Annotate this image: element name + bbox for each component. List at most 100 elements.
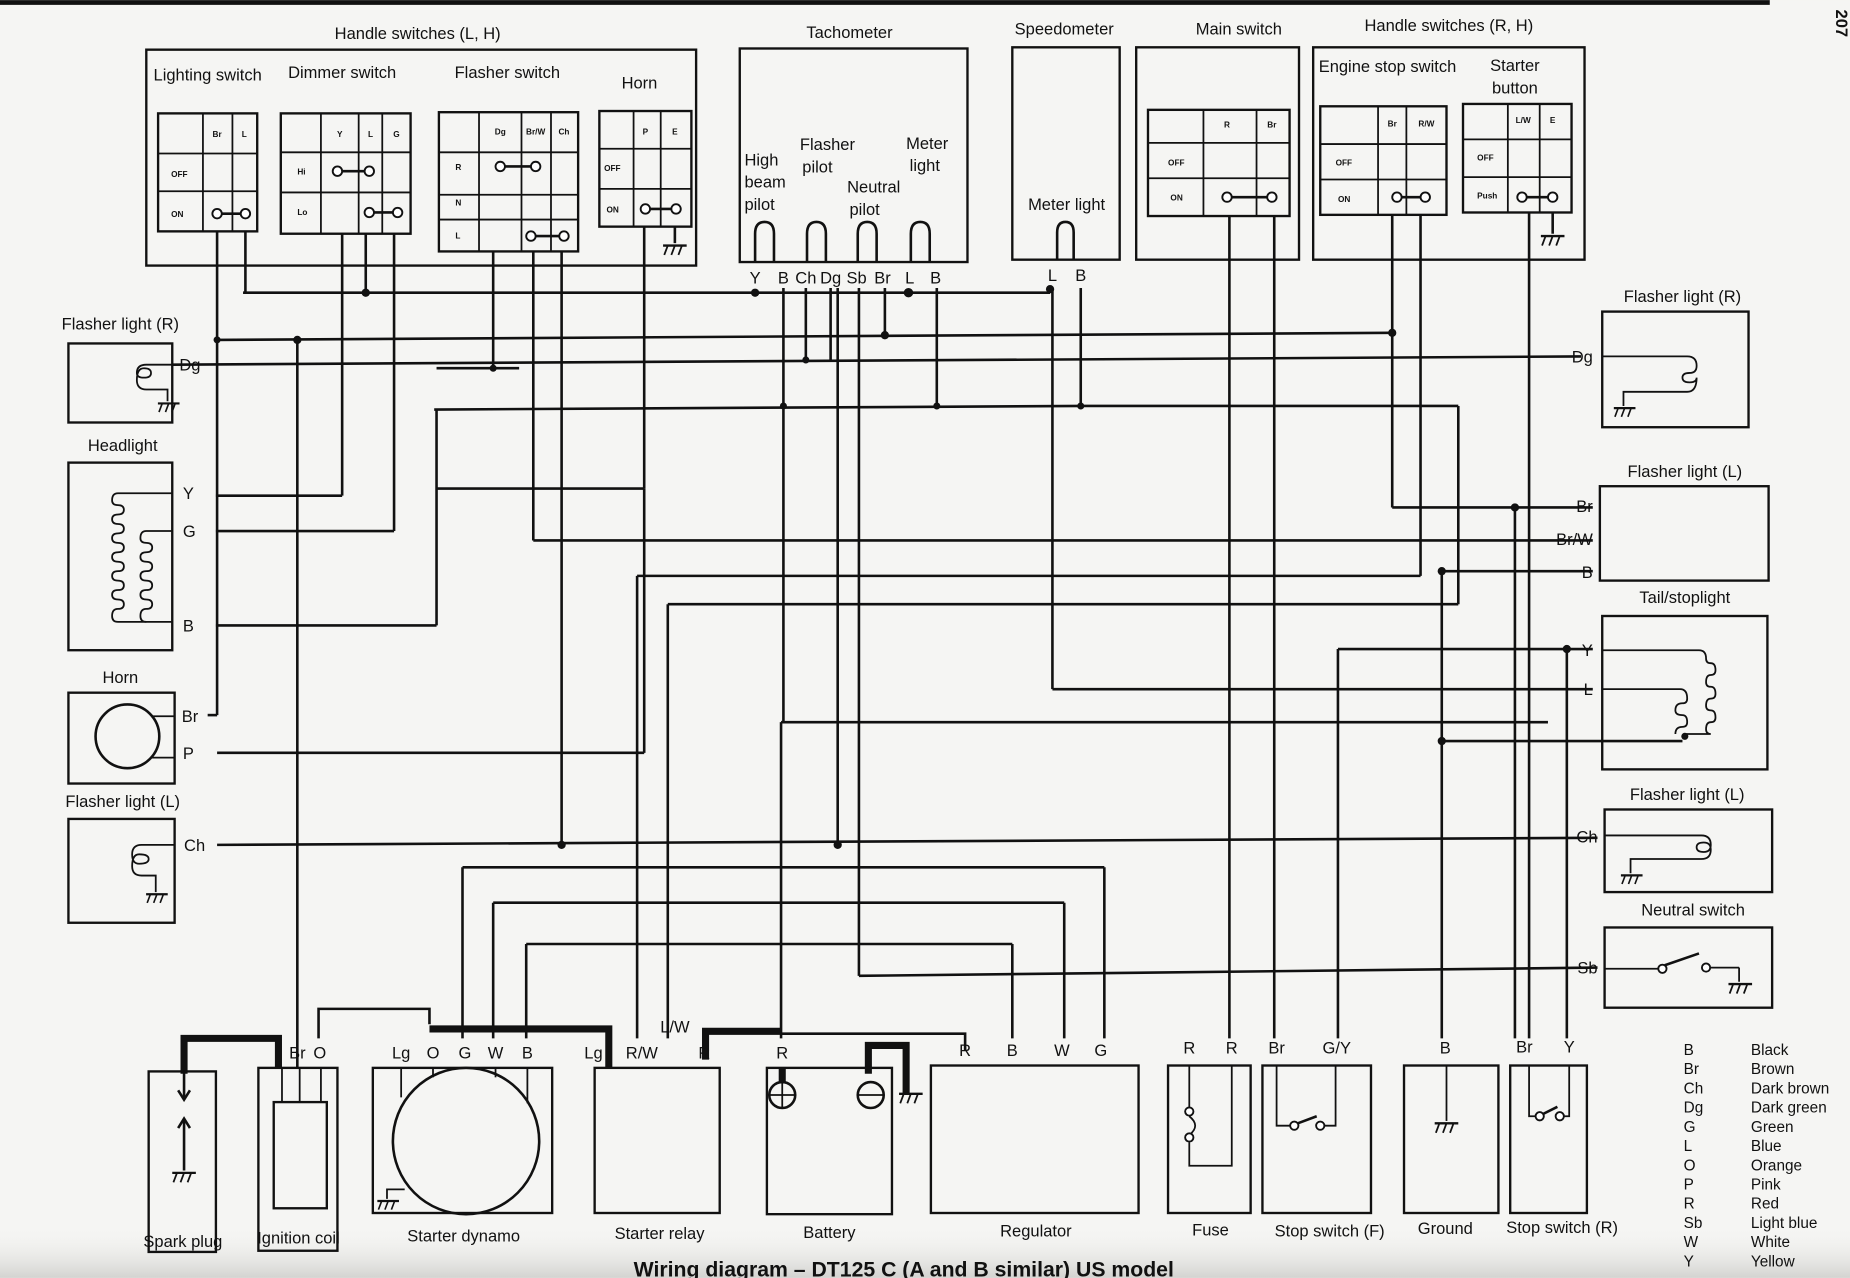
row-label: Lo xyxy=(297,208,307,217)
legend-color-name: Red xyxy=(1751,1196,1779,1213)
col-label: Br/W xyxy=(526,128,545,137)
terminal-label: Ch xyxy=(184,837,205,855)
terminal-label: Br xyxy=(874,269,891,287)
terminal-label: B xyxy=(1075,267,1086,285)
terminal-label: Lg xyxy=(584,1044,602,1062)
flasher-switch-title: Flasher switch xyxy=(455,64,560,82)
row-label: OFF xyxy=(1168,158,1185,167)
terminal-label: B xyxy=(778,269,789,287)
terminal-label: B xyxy=(930,269,941,287)
terminal-label: B xyxy=(1007,1042,1018,1060)
row-label: N xyxy=(455,198,461,207)
legend-code: G xyxy=(1684,1119,1696,1136)
terminal-label: Y xyxy=(750,269,761,287)
terminal-label: Lg xyxy=(392,1044,410,1062)
regulator-title: Regulator xyxy=(1000,1223,1072,1241)
legend-color-name: Dark green xyxy=(1751,1100,1827,1117)
terminal-label: B xyxy=(1582,564,1593,582)
terminal-label: O xyxy=(427,1044,440,1062)
legend-code: O xyxy=(1684,1157,1696,1174)
legend-color-name: Pink xyxy=(1751,1177,1781,1194)
col-label: R/W xyxy=(1418,119,1434,128)
terminal-label: B xyxy=(1440,1040,1451,1058)
col-label: E xyxy=(1550,116,1556,125)
left-flasher-l-title: Flasher light (L) xyxy=(65,793,180,811)
row-label: OFF xyxy=(604,164,621,173)
terminal-label: Dg xyxy=(820,269,841,287)
col-label: L xyxy=(368,130,373,139)
terminal-label: Br xyxy=(182,708,199,726)
row-label: L xyxy=(455,231,460,240)
terminal-label: P xyxy=(183,745,194,763)
terminal-label: Ch xyxy=(795,269,816,287)
col-label: R xyxy=(1224,121,1230,130)
terminal-label: W xyxy=(488,1044,504,1062)
right-flasher-l-title: Flasher light (L) xyxy=(1630,786,1745,804)
handle-switches-right-title: Handle switches (R, H) xyxy=(1364,17,1533,35)
col-label: L/W xyxy=(1516,116,1531,125)
col-label: Br xyxy=(1388,119,1398,128)
starter-relay-title: Starter relay xyxy=(615,1225,706,1243)
legend-color-name: Yellow xyxy=(1751,1253,1796,1270)
legend-code: L xyxy=(1684,1138,1693,1155)
battery-title: Battery xyxy=(803,1224,856,1242)
legend-code: P xyxy=(1684,1177,1694,1194)
tachometer-title: Tachometer xyxy=(806,24,893,42)
terminal-label: R xyxy=(776,1044,788,1062)
ground-title: Ground xyxy=(1418,1220,1473,1238)
legend-color-name: Orange xyxy=(1751,1157,1802,1174)
legend-code: Br xyxy=(1684,1061,1699,1078)
terminal-label: G xyxy=(1094,1042,1107,1060)
col-label: Ch xyxy=(558,128,569,137)
terminal-label: Br xyxy=(1268,1040,1285,1058)
col-label: E xyxy=(672,128,678,137)
row-label: Hi xyxy=(297,168,305,177)
row-label: ON xyxy=(1338,195,1350,204)
spark-plug-title: Spark plug xyxy=(143,1233,222,1251)
row-label: OFF xyxy=(1477,154,1494,163)
horn-switch-title: Horn xyxy=(622,75,658,93)
terminal-label: B xyxy=(183,617,194,635)
terminal-label: Y xyxy=(183,485,194,503)
legend-color-name: Black xyxy=(1751,1042,1789,1059)
legend-color-name: Dark brown xyxy=(1751,1080,1829,1097)
col-label: P xyxy=(643,128,649,137)
terminal-label: R/W xyxy=(626,1044,659,1062)
terminal-label: R xyxy=(698,1044,710,1062)
main-switch-title: Main switch xyxy=(1196,20,1282,38)
terminal-label: G xyxy=(458,1044,471,1062)
legend-code: R xyxy=(1684,1196,1695,1213)
legend-color-name: Light blue xyxy=(1751,1215,1817,1232)
row-label: R xyxy=(455,163,461,172)
ignition-coil-title: Ignition coil xyxy=(257,1230,340,1248)
starter-dynamo-title: Starter dynamo xyxy=(407,1227,520,1245)
speedometer-meter-light-label: Meter light xyxy=(1028,196,1105,214)
legend-code: Sb xyxy=(1684,1215,1703,1232)
legend-color-name: White xyxy=(1751,1234,1790,1251)
dimmer-switch-title: Dimmer switch xyxy=(288,64,396,82)
terminal-label: R xyxy=(1183,1040,1195,1058)
terminal-label: B xyxy=(522,1044,533,1062)
terminal-label: G/Y xyxy=(1323,1040,1351,1058)
terminal-label: L xyxy=(1048,267,1057,285)
speedometer-title: Speedometer xyxy=(1015,20,1115,38)
stop-switch-front-title: Stop switch (F) xyxy=(1275,1223,1385,1241)
row-label: ON xyxy=(1170,194,1182,203)
fuse-title: Fuse xyxy=(1192,1221,1229,1239)
row-label: ON xyxy=(606,205,618,214)
row-label: Push xyxy=(1477,191,1497,200)
terminal-label: O xyxy=(313,1044,326,1062)
row-label: OFF xyxy=(171,170,188,179)
diagram-caption: Wiring diagram – DT125 C (A and B simila… xyxy=(634,1259,1174,1278)
terminal-label: L/W xyxy=(660,1018,690,1036)
legend-color-name: Brown xyxy=(1751,1061,1794,1078)
col-label: Y xyxy=(337,130,343,139)
terminal-label: L xyxy=(905,269,914,287)
stop-switch-rear-title: Stop switch (R) xyxy=(1506,1219,1618,1237)
right-flasher-l-top-title: Flasher light (L) xyxy=(1628,463,1743,481)
legend-code: Y xyxy=(1684,1253,1694,1270)
col-label: Dg xyxy=(495,128,506,137)
terminal-label: Sb xyxy=(846,269,866,287)
terminal-label: R xyxy=(959,1042,971,1060)
terminal-label: Y xyxy=(1564,1039,1575,1057)
